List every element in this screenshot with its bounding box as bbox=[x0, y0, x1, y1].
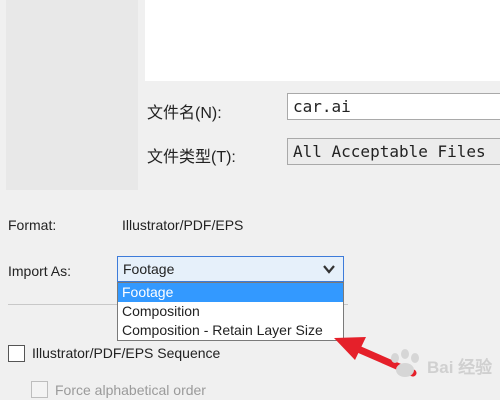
filetype-select[interactable]: All Acceptable Files bbox=[287, 138, 500, 165]
filename-label: 文件名(N): bbox=[147, 105, 222, 122]
import-as-selected-value: Footage bbox=[123, 261, 175, 277]
file-list-area[interactable] bbox=[145, 0, 500, 81]
import-as-select[interactable]: Footage bbox=[117, 256, 344, 282]
option-composition[interactable]: Composition bbox=[118, 302, 343, 321]
filename-input[interactable]: car.ai bbox=[287, 93, 500, 120]
option-footage[interactable]: Footage bbox=[118, 283, 343, 302]
filetype-label: 文件类型(T): bbox=[147, 149, 236, 166]
sequence-label: Illustrator/PDF/EPS Sequence bbox=[32, 345, 221, 361]
sequence-checkbox[interactable] bbox=[8, 345, 25, 362]
watermark-text: Bai 经验 bbox=[427, 358, 493, 377]
import-file-dialog: 文件名(N): car.ai 文件类型(T): All Acceptable F… bbox=[0, 0, 500, 400]
option-composition-retain-layer-size[interactable]: Composition - Retain Layer Size bbox=[118, 321, 343, 340]
places-sidebar bbox=[6, 0, 138, 190]
format-value: Illustrator/PDF/EPS bbox=[122, 217, 244, 233]
alphabetical-order-checkbox[interactable] bbox=[31, 381, 48, 398]
chevron-down-icon bbox=[323, 265, 335, 274]
import-as-label: Import As: bbox=[8, 263, 72, 279]
import-as-dropdown-list: Footage Composition Composition - Retain… bbox=[117, 282, 344, 341]
baidu-paw-logo bbox=[391, 349, 419, 377]
baidu-watermark: Bai 经验 bbox=[385, 349, 497, 379]
format-label: Format: bbox=[8, 217, 57, 233]
alphabetical-order-label: Force alphabetical order bbox=[55, 382, 206, 398]
